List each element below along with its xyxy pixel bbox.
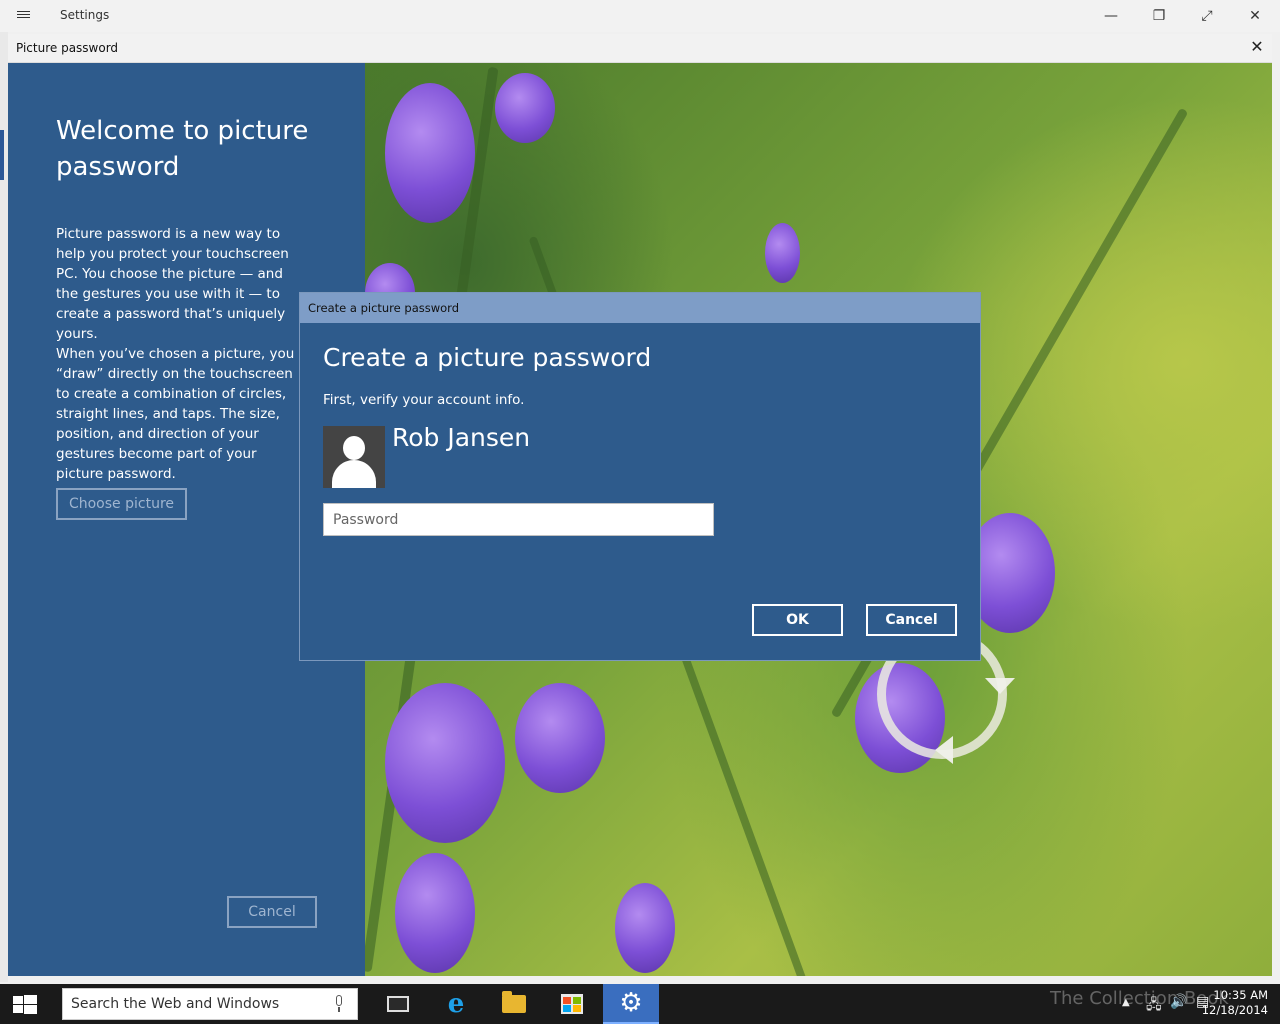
picture-password-title: Picture password [16,41,119,55]
close-window-button[interactable]: ✕ [1232,0,1278,32]
clock-date: 12/18/2014 [1201,1003,1268,1017]
clock[interactable]: 10:35 AM 12/18/2014 [1202,988,1268,1018]
store-button[interactable] [544,984,600,1024]
dialog-heading: Create a picture password [323,343,652,372]
fullscreen-button[interactable]: ⤢ [1184,0,1230,32]
ok-button[interactable]: OK [752,604,843,636]
dialog-subtitle: First, verify your account info. [323,392,525,408]
microphone-icon[interactable] [334,995,344,1013]
gear-icon: ⚙ [619,988,643,1018]
restore-button[interactable]: ❐ [1136,0,1182,32]
task-view-icon [387,996,409,1012]
gesture-arrow-left-icon [935,736,953,764]
clock-time: 10:35 AM [1213,988,1268,1002]
task-view-button[interactable] [370,984,426,1024]
lavender-bloom [765,223,800,283]
welcome-paragraph-1: Picture password is a new way to help yo… [56,226,289,342]
password-input[interactable] [323,503,714,536]
settings-window-title: Settings [60,8,110,22]
lavender-bloom [515,683,605,793]
settings-nav-strip [0,32,8,982]
internet-explorer-button[interactable]: e [428,984,484,1024]
system-tray: The Collection Book ▲ 🖧 🔊 ▤ 10:35 AM 12/… [1020,984,1280,1024]
file-explorer-button[interactable] [486,984,542,1024]
settings-taskbar-button[interactable]: ⚙ [603,984,659,1024]
lavender-bloom [395,853,475,973]
welcome-title: Welcome to picture password [56,116,309,182]
internet-explorer-icon: e [447,989,465,1019]
create-picture-password-dialog: Create a picture password Create a pictu… [299,292,981,661]
gesture-arrow-down-icon [985,678,1015,694]
dialog-title: Create a picture password [308,301,459,315]
user-avatar-icon [323,426,385,488]
lavender-bloom [385,683,505,843]
user-name: Rob Jansen [392,423,531,452]
hamburger-menu-icon[interactable] [14,8,34,24]
volume-icon[interactable]: 🔊 [1170,994,1187,1010]
welcome-paragraph-2: When you’ve chosen a picture, you “draw”… [56,346,295,482]
show-hidden-icons-icon[interactable]: ▲ [1122,997,1130,1008]
store-icon [561,994,583,1014]
windows-logo-icon [13,996,23,1004]
start-button[interactable] [0,984,50,1024]
minimize-button[interactable]: — [1088,0,1134,32]
picture-password-close-button[interactable]: ✕ [1246,36,1268,58]
lavender-bloom [495,73,555,143]
picture-password-titlebar: Picture password ✕ [8,34,1272,63]
lavender-bloom [385,83,475,223]
lavender-bloom [615,883,675,973]
dialog-titlebar: Create a picture password [300,293,980,323]
nav-selection-marker [0,130,4,180]
choose-picture-button[interactable]: Choose picture [56,488,187,520]
network-icon[interactable]: 🖧 [1146,994,1162,1018]
taskbar-search-box[interactable]: Search the Web and Windows [62,988,358,1020]
settings-titlebar: Settings — ❐ ⤢ ✕ [0,0,1280,32]
taskbar: Search the Web and Windows e ⚙ The Colle… [0,984,1280,1024]
welcome-cancel-button[interactable]: Cancel [227,896,317,928]
folder-icon [502,991,526,1013]
dialog-cancel-button[interactable]: Cancel [866,604,957,636]
